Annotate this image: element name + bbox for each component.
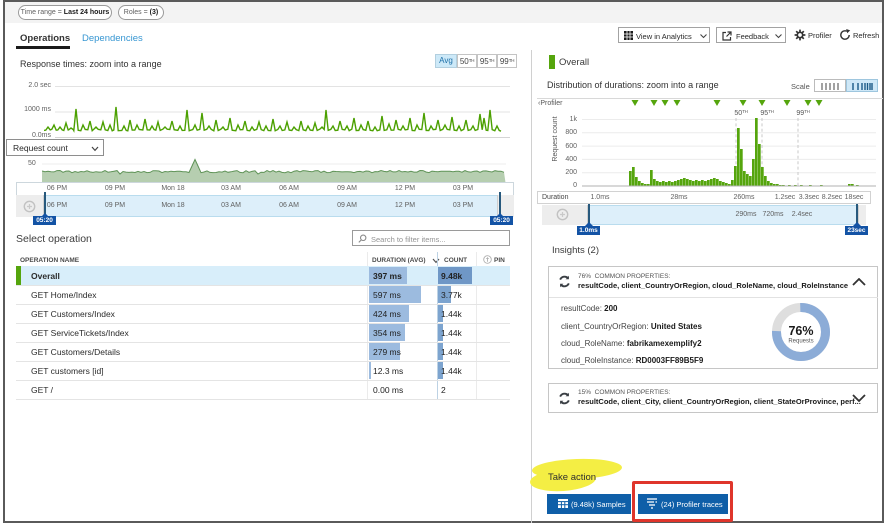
svg-text:Requests: Requests — [788, 339, 813, 345]
svg-text:76%: 76% — [788, 324, 813, 338]
